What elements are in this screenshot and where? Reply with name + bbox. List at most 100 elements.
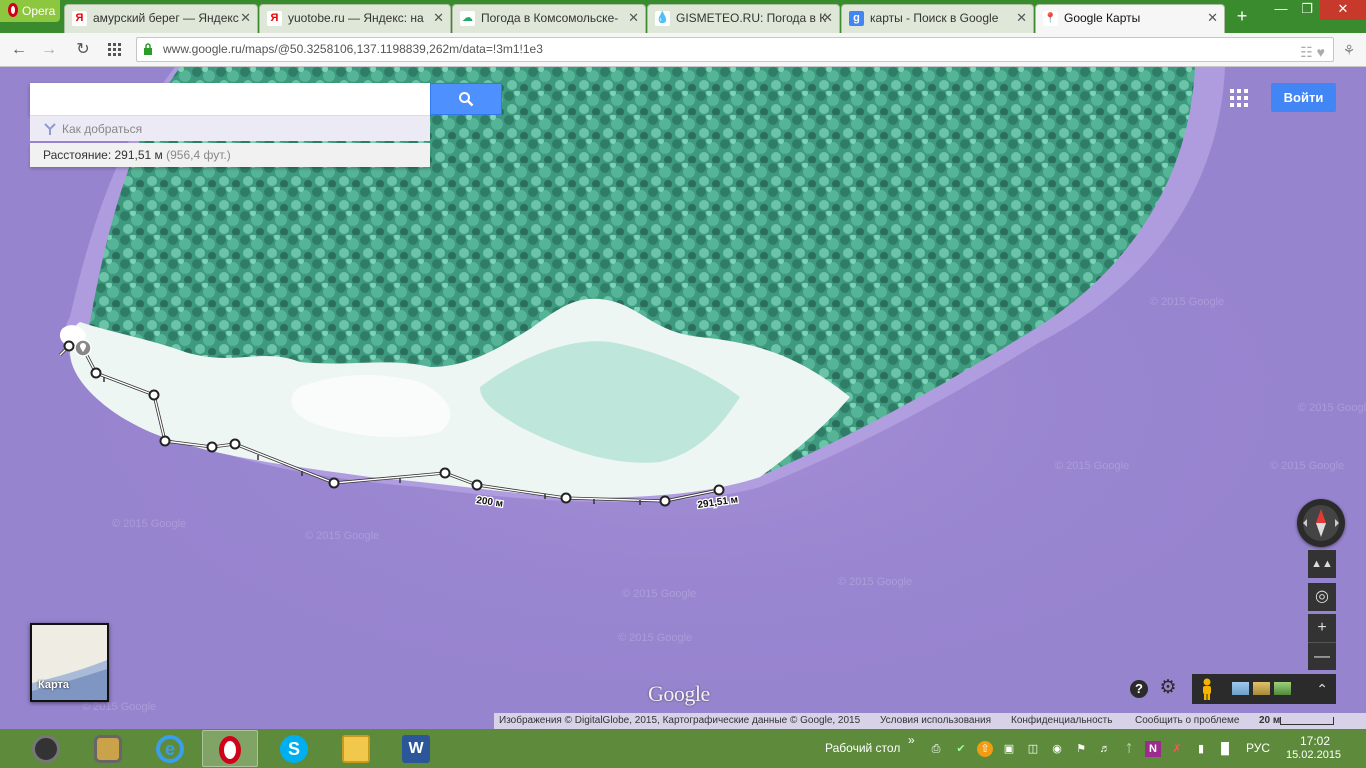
tab-close-icon[interactable]: ✕ (628, 5, 639, 31)
tilt-3d-icon[interactable]: ▲▲ (1308, 550, 1336, 578)
gismeteo-favicon-icon: 💧 (655, 11, 670, 26)
pegman-icon[interactable] (1200, 678, 1214, 700)
my-location-icon[interactable]: ◎ (1308, 583, 1336, 611)
measure-point (229, 438, 241, 450)
bookmark-heart-icon[interactable]: ☷ ♥ (1300, 41, 1325, 64)
taskbar-camera-app[interactable] (80, 730, 136, 767)
clock-date[interactable]: 15.02.2015 (1286, 749, 1341, 761)
update-tray-icon[interactable]: ⇧ (977, 741, 993, 757)
tab-google-search-maps[interactable]: g карты - Поиск в Google ✕ (841, 4, 1034, 33)
window-close-icon[interactable]: ✕ (1320, 0, 1366, 20)
start-pin-icon[interactable] (74, 339, 92, 357)
attribution-bar: Изображения © DigitalGlobe, 2015, Картог… (494, 713, 1366, 729)
clock-time[interactable]: 17:02 (1300, 734, 1330, 748)
measure-point (713, 484, 725, 496)
directions-link[interactable]: Как добраться (30, 115, 430, 141)
tab-title: карты - Поиск в Google (870, 11, 999, 25)
opera-logo-icon (8, 3, 18, 17)
back-arrow-icon[interactable]: ← (8, 39, 30, 61)
expand-chevron-icon[interactable]: ⌃ (1316, 676, 1328, 702)
word-icon: W (402, 735, 430, 763)
map-type-toggle[interactable]: Карта (30, 623, 109, 702)
distance-alt-value: (956,4 фут.) (166, 148, 231, 162)
map-canvas[interactable]: © 2015 Google © 2015 Google © 2015 Googl… (0, 67, 1366, 729)
tab-yandex-amur[interactable]: Я амурский берег — Яндекс ✕ (64, 4, 258, 33)
browser-tab-bar: Opera Я амурский берег — Яндекс ✕ Я yuot… (0, 0, 1366, 33)
photo-thumbnail-icon[interactable] (1274, 682, 1291, 695)
display-tray-icon[interactable]: ◫ (1025, 741, 1041, 757)
monitor-tray-icon[interactable]: ▣ (1001, 741, 1017, 757)
taskbar-opera[interactable] (202, 730, 258, 767)
watermark-text: © 2015 Google (305, 530, 379, 542)
reload-icon[interactable]: ↻ (72, 39, 94, 61)
opera-menu-button[interactable]: Opera (0, 0, 60, 22)
action-center-flag-icon[interactable]: ⚑ (1073, 741, 1089, 757)
browser-address-bar: ← → ↻ www.google.ru/maps/@50.3258106,137… (0, 33, 1366, 67)
taskbar-skype[interactable]: S (266, 730, 322, 767)
watermark-text: © 2015 Google (838, 576, 912, 588)
sign-in-button[interactable]: Войти (1271, 83, 1336, 112)
tab-close-icon[interactable]: ✕ (240, 5, 251, 31)
power-tray-icon[interactable]: █ (1217, 741, 1233, 757)
webcam-icon (94, 735, 122, 763)
toolbar-chevron-icon[interactable]: » (908, 733, 915, 747)
camera-tray-icon[interactable]: ◉ (1049, 741, 1065, 757)
photo-thumbnail-icon[interactable] (1232, 682, 1249, 695)
terms-link[interactable]: Условия использования (880, 713, 991, 729)
watermark-text: © 2015 Google (622, 588, 696, 600)
tab-weather-komsomolsk[interactable]: ☁ Погода в Комсомольске- ✕ (452, 4, 646, 33)
window-maximize-icon[interactable]: ❐ (1294, 0, 1320, 20)
network-off-tray-icon[interactable]: ✗ (1169, 741, 1185, 757)
photo-thumbnail-icon[interactable] (1253, 682, 1270, 695)
new-tab-button[interactable]: + (1232, 5, 1252, 27)
tab-close-icon[interactable]: ✕ (1207, 5, 1218, 31)
volume-tray-icon[interactable]: ♬ (1097, 741, 1113, 757)
window-minimize-icon[interactable]: — (1268, 0, 1294, 20)
search-input[interactable] (30, 83, 430, 115)
url-field[interactable]: www.google.ru/maps/@50.3258106,137.11988… (136, 37, 1334, 62)
printer-tray-icon[interactable]: ⎙ (928, 741, 944, 757)
tab-close-icon[interactable]: ✕ (1016, 5, 1027, 31)
map-type-label: Карта (38, 679, 70, 691)
url-text: www.google.ru/maps/@50.3258106,137.11988… (163, 42, 543, 56)
watermark-text: © 2015 Google (1270, 460, 1344, 472)
folder-icon (342, 735, 370, 763)
signal-tray-icon[interactable]: ▮ (1193, 741, 1209, 757)
zoom-in-button[interactable]: + (1308, 614, 1336, 642)
watermark-text: © 2015 Google (1298, 402, 1366, 414)
taskbar-audio-app[interactable] (18, 730, 74, 767)
google-apps-icon[interactable] (1230, 89, 1250, 109)
directions-icon (44, 123, 56, 135)
measure-point (63, 340, 75, 352)
scale-label[interactable]: 20 м (1259, 713, 1280, 729)
tab-title: амурский берег — Яндекс (93, 11, 239, 25)
tab-yandex-yuotobe[interactable]: Я yuotobe.ru — Яндекс: на ✕ (259, 4, 451, 33)
forward-arrow-icon[interactable]: → (38, 39, 60, 61)
taskbar-word[interactable]: W (388, 730, 444, 767)
onenote-tray-icon[interactable]: N (1145, 741, 1161, 757)
extensions-icon[interactable]: ⚘ (1338, 39, 1360, 61)
compass-icon[interactable] (1297, 499, 1345, 547)
search-icon (459, 92, 474, 107)
settings-gear-icon[interactable]: ⚙ (1158, 678, 1178, 698)
search-button[interactable] (430, 83, 502, 115)
tab-close-icon[interactable]: ✕ (822, 5, 833, 31)
taskbar-ie[interactable]: e (142, 730, 198, 767)
directions-label: Как добраться (62, 122, 143, 136)
speed-dial-icon[interactable] (104, 39, 126, 61)
tab-title: Google Карты (1064, 11, 1141, 25)
tab-google-maps[interactable]: 📍 Google Карты ✕ (1035, 4, 1225, 33)
privacy-link[interactable]: Конфиденциальность (1011, 713, 1112, 729)
tab-gismeteo[interactable]: 💧 GISMETEO.RU: Погода в К ✕ (647, 4, 840, 33)
watermark-text: © 2015 Google (1055, 460, 1129, 472)
language-indicator[interactable]: РУС (1246, 741, 1270, 755)
taskbar-explorer[interactable] (328, 730, 384, 767)
tab-title: yuotobe.ru — Яндекс: на (288, 11, 424, 25)
bluetooth-tray-icon[interactable]: ᛏ (1121, 741, 1137, 757)
check-tray-icon[interactable]: ✔ (953, 741, 969, 757)
report-problem-link[interactable]: Сообщить о проблеме (1135, 713, 1239, 729)
desktop-toolbar-label[interactable]: Рабочий стол (825, 741, 900, 755)
help-icon[interactable]: ? (1130, 680, 1148, 698)
zoom-out-button[interactable]: — (1308, 642, 1336, 670)
tab-close-icon[interactable]: ✕ (433, 5, 444, 31)
